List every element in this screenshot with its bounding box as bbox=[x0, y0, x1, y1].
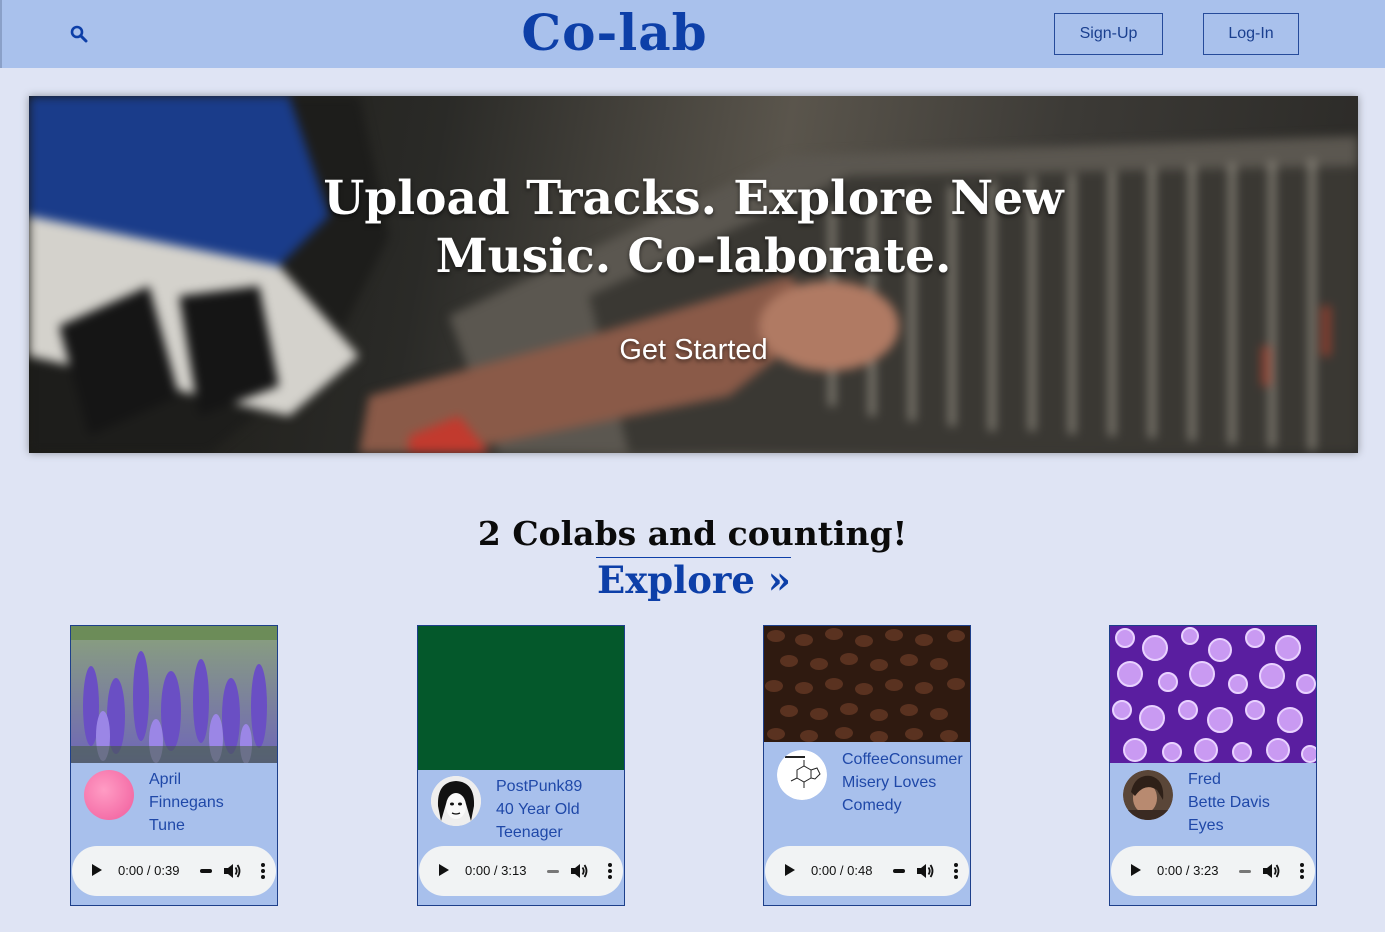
colab-counter: 2 Colabs and counting! bbox=[477, 514, 908, 553]
artist-avatar[interactable] bbox=[431, 776, 481, 826]
track-card: CoffeeConsumer Misery Loves Comedy 0:00 … bbox=[763, 625, 971, 906]
track-card: PostPunk89 40 Year Old Teenager 0:00 / 3… bbox=[417, 625, 625, 906]
more-options-icon[interactable] bbox=[261, 863, 265, 879]
more-options-icon[interactable] bbox=[1300, 863, 1304, 879]
more-options-icon[interactable] bbox=[954, 863, 958, 879]
volume-icon[interactable] bbox=[1261, 862, 1281, 880]
track-artist: Fred bbox=[1188, 771, 1221, 788]
playback-time: 0:00 / 3:13 bbox=[465, 863, 527, 878]
get-started-link[interactable]: Get Started bbox=[29, 334, 1358, 367]
track-artist: CoffeeConsumer bbox=[842, 751, 963, 768]
site-logo[interactable]: Co-lab bbox=[2, 0, 1227, 66]
seek-bar[interactable] bbox=[547, 870, 559, 873]
explore-link[interactable]: Explore » bbox=[596, 557, 791, 603]
track-cover-image[interactable] bbox=[418, 626, 624, 770]
track-title[interactable]: PostPunk89 40 Year Old Teenager bbox=[496, 775, 620, 844]
seek-bar[interactable] bbox=[200, 869, 212, 873]
hero-title: Upload Tracks. Explore New Music. Co-lab… bbox=[29, 170, 1358, 286]
track-card: Fred Bette Davis Eyes 0:00 / 3:23 bbox=[1109, 625, 1317, 906]
artist-avatar[interactable] bbox=[84, 770, 134, 820]
track-name-line: Tune bbox=[149, 817, 185, 834]
track-artist: April bbox=[149, 771, 182, 788]
audio-player: 0:00 / 0:48 bbox=[765, 846, 969, 896]
track-cover-image[interactable] bbox=[71, 626, 277, 763]
artist-avatar[interactable] bbox=[777, 750, 827, 800]
play-icon[interactable] bbox=[785, 864, 795, 876]
play-icon[interactable] bbox=[1131, 864, 1141, 876]
track-title[interactable]: CoffeeConsumer Misery Loves Comedy bbox=[842, 748, 966, 817]
track-cover-image[interactable] bbox=[1110, 626, 1316, 763]
audio-player: 0:00 / 3:13 bbox=[419, 846, 623, 896]
track-name-line: Teenager bbox=[496, 824, 563, 841]
track-name-line: Eyes bbox=[1188, 817, 1224, 834]
track-name-line: Misery Loves bbox=[842, 774, 937, 791]
hero-title-line-1: Upload Tracks. Explore New bbox=[323, 171, 1064, 226]
play-icon[interactable] bbox=[92, 864, 102, 876]
seek-bar[interactable] bbox=[893, 869, 905, 873]
volume-icon[interactable] bbox=[569, 862, 589, 880]
track-name-line: 40 Year Old bbox=[496, 801, 580, 818]
volume-icon[interactable] bbox=[915, 862, 935, 880]
track-artist: PostPunk89 bbox=[496, 778, 583, 795]
hero-banner: Upload Tracks. Explore New Music. Co-lab… bbox=[29, 96, 1358, 453]
login-button[interactable]: Log-In bbox=[1203, 13, 1299, 55]
playback-time: 0:00 / 0:39 bbox=[118, 863, 180, 878]
top-nav: Co-lab Sign-Up Log-In bbox=[0, 0, 1385, 68]
play-icon[interactable] bbox=[439, 864, 449, 876]
audio-player: 0:00 / 3:23 bbox=[1111, 846, 1315, 896]
signup-button[interactable]: Sign-Up bbox=[1054, 13, 1163, 55]
track-name-line: Finnegans bbox=[149, 794, 224, 811]
track-title[interactable]: Fred Bette Davis Eyes bbox=[1188, 768, 1312, 837]
track-title[interactable]: April Finnegans Tune bbox=[149, 768, 273, 837]
track-cover-image[interactable] bbox=[764, 626, 970, 742]
track-name-line: Bette Davis bbox=[1188, 794, 1270, 811]
playback-time: 0:00 / 3:23 bbox=[1157, 863, 1219, 878]
audio-player: 0:00 / 0:39 bbox=[72, 846, 276, 896]
track-card: April Finnegans Tune 0:00 / 0:39 bbox=[70, 625, 278, 906]
more-options-icon[interactable] bbox=[608, 863, 612, 879]
playback-time: 0:00 / 0:48 bbox=[811, 863, 873, 878]
artist-avatar[interactable] bbox=[1123, 770, 1173, 820]
seek-bar[interactable] bbox=[1239, 870, 1251, 873]
volume-icon[interactable] bbox=[222, 862, 242, 880]
track-name-line: Comedy bbox=[842, 797, 902, 814]
hero-title-line-2: Music. Co-laborate. bbox=[435, 229, 952, 284]
